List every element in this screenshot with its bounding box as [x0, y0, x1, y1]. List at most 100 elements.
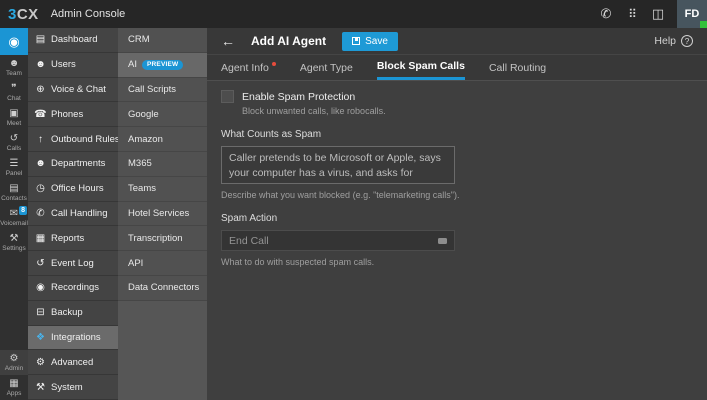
rail-item-panel[interactable]: ☰ Panel: [0, 155, 28, 180]
sidebar-item-call-handling[interactable]: ✆ Call Handling: [28, 202, 118, 227]
submenu-item-hotel-services[interactable]: Hotel Services: [118, 202, 207, 227]
main-content: ← Add AI Agent Save Help ? Agent Info: [207, 28, 707, 400]
sidebar-item-departments[interactable]: ☻ Departments: [28, 152, 118, 177]
user-avatar[interactable]: FD: [677, 0, 707, 28]
tab-block-spam-calls[interactable]: Block Spam Calls: [377, 55, 465, 80]
spam-action-value: End Call: [229, 235, 438, 247]
app-title: Admin Console: [51, 8, 126, 20]
rail-item-team[interactable]: ☻ Team: [0, 55, 28, 80]
help-button[interactable]: Help ?: [654, 35, 693, 47]
submenu-item-m365[interactable]: M365: [118, 152, 207, 177]
page-title: Add AI Agent: [251, 34, 326, 48]
integrations-submenu: CRM AI PREVIEW Call Scripts Google Amazo…: [118, 28, 207, 400]
tab-agent-info[interactable]: Agent Info: [221, 55, 276, 80]
admin-console-app: 3CX Admin Console ✆ ⠿ ◫ FD ◉ ☻ Team ❞ Ch…: [0, 0, 707, 400]
reports-icon: ▦: [34, 233, 47, 244]
clock-icon: ◷: [34, 183, 47, 194]
sidebar-item-recordings[interactable]: ◉ Recordings: [28, 276, 118, 301]
voicemail-badge: 8: [19, 206, 27, 215]
submenu-item-transcription[interactable]: Transcription: [118, 226, 207, 251]
status-indicator: [700, 21, 707, 28]
phone-icon[interactable]: ✆: [593, 6, 619, 22]
logo-3: 3: [8, 6, 17, 23]
help-icon: ?: [681, 35, 693, 47]
content-header: ← Add AI Agent Save Help ?: [207, 28, 707, 55]
required-indicator: [272, 62, 276, 66]
save-button[interactable]: Save: [342, 32, 398, 51]
sidebar-item-advanced[interactable]: ⚙ Advanced: [28, 350, 118, 375]
chat-icon: ❞: [11, 83, 16, 94]
3cx-logo: 3CX: [8, 6, 39, 23]
up-arrow-icon: ↑: [34, 134, 47, 145]
sidebar-item-office-hours[interactable]: ◷ Office Hours: [28, 177, 118, 202]
enable-spam-protection-label: Enable Spam Protection: [242, 91, 355, 103]
users-icon: ☻: [34, 59, 47, 70]
sidebar: ▤ Dashboard ☻ Users ⊕ Voice & Chat ☎ Pho…: [28, 28, 118, 400]
spam-action-select[interactable]: End Call: [221, 230, 455, 251]
spam-description-textarea[interactable]: [221, 146, 455, 184]
globe-icon: ⊕: [34, 84, 47, 95]
sidebar-item-outbound-rules[interactable]: ↑ Outbound Rules: [28, 127, 118, 152]
puzzle-icon: ❖: [34, 332, 47, 343]
submenu-item-data-connectors[interactable]: Data Connectors: [118, 276, 207, 301]
sidebar-item-voice-chat[interactable]: ⊕ Voice & Chat: [28, 78, 118, 103]
rail-item-settings[interactable]: ⚒ Settings: [0, 230, 28, 255]
rail-item-apps[interactable]: ▦ Apps: [0, 375, 28, 400]
phones-icon: ☎: [34, 109, 47, 120]
submenu-item-call-scripts[interactable]: Call Scripts: [118, 78, 207, 103]
body: ◉ ☻ Team ❞ Chat ▣ Meet ↺ Calls ☰ Panel: [0, 28, 707, 400]
submenu-item-teams[interactable]: Teams: [118, 177, 207, 202]
save-icon: [352, 37, 360, 45]
tab-bar: Agent Info Agent Type Block Spam Calls C…: [207, 55, 707, 81]
dropdown-icon: [438, 238, 447, 244]
dialpad-icon[interactable]: ⠿: [619, 7, 645, 21]
submenu-item-amazon[interactable]: Amazon: [118, 127, 207, 152]
dashboard-icon: ▤: [34, 34, 47, 45]
admin-gear-icon: ⚙: [10, 353, 19, 364]
sidebar-item-phones[interactable]: ☎ Phones: [28, 102, 118, 127]
team-icon: ☻: [9, 58, 20, 69]
handset-icon: ✆: [34, 208, 47, 219]
submenu-item-google[interactable]: Google: [118, 102, 207, 127]
voicemail-icon: ✉: [10, 208, 18, 219]
tab-agent-type[interactable]: Agent Type: [300, 55, 353, 80]
history-icon: ↺: [34, 258, 47, 269]
meet-icon: ▣: [9, 108, 18, 119]
apps-icon: ▦: [9, 378, 18, 389]
spam-action-label: Spam Action: [221, 213, 693, 224]
checkbox-help-text: Block unwanted calls, like robocalls.: [242, 106, 693, 116]
record-icon: ◉: [34, 282, 47, 293]
sidebar-item-system[interactable]: ⚒ System: [28, 375, 118, 400]
back-arrow-icon[interactable]: ←: [221, 33, 235, 49]
sidebar-item-backup[interactable]: ⊟ Backup: [28, 301, 118, 326]
rail-item-meet[interactable]: ▣ Meet: [0, 105, 28, 130]
book-icon[interactable]: ◫: [645, 6, 671, 22]
preview-badge: PREVIEW: [142, 60, 183, 70]
submenu-item-api[interactable]: API: [118, 251, 207, 276]
submenu-item-ai[interactable]: AI PREVIEW: [118, 53, 207, 78]
rail-item-contacts[interactable]: ▤ Contacts: [0, 180, 28, 205]
sidebar-item-users[interactable]: ☻ Users: [28, 53, 118, 78]
sidebar-item-event-log[interactable]: ↺ Event Log: [28, 251, 118, 276]
departments-icon: ☻: [34, 158, 47, 169]
tab-call-routing[interactable]: Call Routing: [489, 55, 546, 80]
spam-help-text: Describe what you want blocked (e.g. "te…: [221, 190, 693, 200]
enable-spam-protection-checkbox[interactable]: [221, 90, 234, 103]
rail-spacer: [0, 255, 28, 350]
enable-spam-protection-row[interactable]: Enable Spam Protection: [221, 90, 693, 103]
action-help-text: What to do with suspected spam calls.: [221, 257, 693, 267]
rail-item-chat[interactable]: ❞ Chat: [0, 80, 28, 105]
wrench-icon: ⚒: [34, 382, 47, 393]
rail-item-calls[interactable]: ↺ Calls: [0, 130, 28, 155]
sidebar-item-reports[interactable]: ▦ Reports: [28, 226, 118, 251]
rail-item-voicemail[interactable]: 8 ✉ Voicemail: [0, 205, 28, 230]
submenu-item-crm[interactable]: CRM: [118, 28, 207, 53]
rail-item-admin-console[interactable]: ◉: [0, 28, 28, 55]
avatar-initials: FD: [685, 8, 700, 20]
settings-icon: ⚒: [10, 233, 19, 244]
sidebar-item-dashboard[interactable]: ▤ Dashboard: [28, 28, 118, 53]
sidebar-item-integrations[interactable]: ❖ Integrations: [28, 326, 118, 351]
rail-item-admin[interactable]: ⚙ Admin: [0, 350, 28, 375]
backup-icon: ⊟: [34, 307, 47, 318]
calls-icon: ↺: [10, 133, 18, 144]
